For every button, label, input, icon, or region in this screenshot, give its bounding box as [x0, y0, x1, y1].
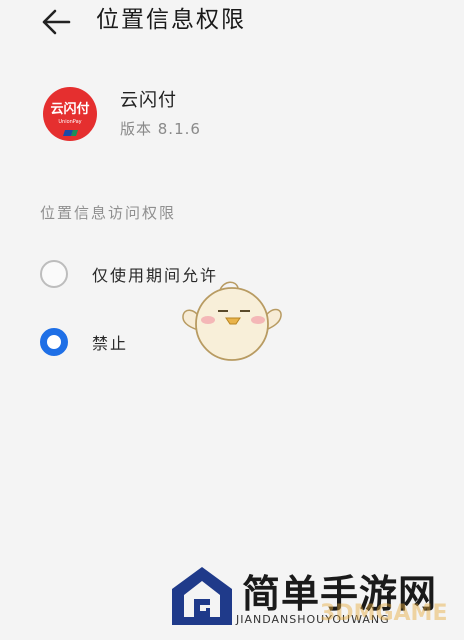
app-logo-icon: 云闪付 UnionPay — [43, 87, 97, 141]
page-title: 位置信息权限 — [96, 7, 246, 33]
section-label: 位置信息访问权限 — [40, 204, 177, 222]
app-logo-subtext: UnionPay — [58, 119, 81, 125]
option-label: 禁止 — [92, 334, 129, 353]
radio-button-selected[interactable] — [40, 328, 68, 356]
radio-button-unselected[interactable] — [40, 260, 68, 288]
site-watermark: 简单手游网 JIANDANSHOUYOUWANG 3DMGAME — [170, 565, 460, 635]
app-bar: 位置信息权限 — [0, 0, 464, 44]
mascot-sticker-icon — [182, 281, 282, 361]
app-info: 云闪付 UnionPay 云闪付 版本 8.1.6 — [0, 80, 464, 150]
arrow-left-icon — [42, 9, 71, 35]
watermark-overlay: 3DMGAME — [320, 601, 448, 626]
app-logo-text: 云闪付 — [50, 101, 89, 117]
app-name: 云闪付 — [120, 90, 177, 111]
app-version: 版本 8.1.6 — [120, 120, 201, 138]
house-logo-icon — [172, 567, 232, 625]
back-button[interactable] — [36, 4, 76, 40]
